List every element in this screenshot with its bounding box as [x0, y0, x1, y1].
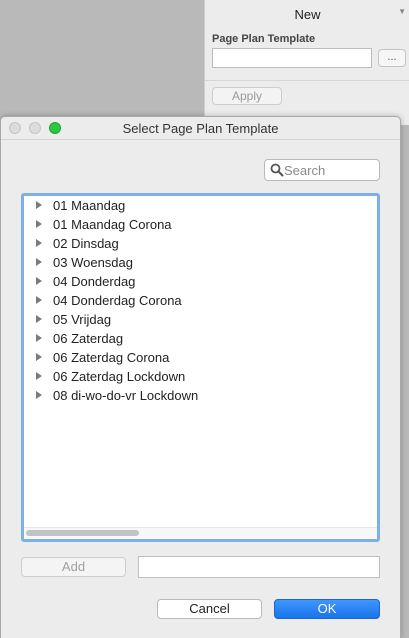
disclosure-triangle-icon[interactable] — [36, 372, 42, 380]
tree-item-label: 06 Zaterdag Corona — [53, 350, 170, 365]
template-tree[interactable]: 01 Maandag 01 Maandag Corona 02 Dinsdag 03 … — [21, 193, 380, 542]
tree-item[interactable]: 05 Vrijdag — [24, 310, 377, 329]
tree-item[interactable]: 06 Zaterdag Corona — [24, 348, 377, 367]
tree-item-label: 03 Woensdag — [53, 255, 133, 270]
browse-button[interactable]: ... — [378, 49, 406, 67]
disclosure-triangle-icon[interactable] — [36, 334, 42, 342]
template-list: 01 Maandag 01 Maandag Corona 02 Dinsdag 03 … — [24, 196, 377, 405]
disclosure-triangle-icon[interactable] — [36, 220, 42, 228]
tree-item-label: 05 Vrijdag — [53, 312, 112, 327]
scrollbar-thumb[interactable] — [26, 530, 139, 536]
tree-item[interactable]: 06 Zaterdag — [24, 329, 377, 348]
disclosure-triangle-icon[interactable] — [36, 201, 42, 209]
dialog-titlebar: Select Page Plan Template — [1, 117, 400, 140]
disclosure-triangle-icon[interactable] — [36, 239, 42, 247]
chevron-down-icon[interactable]: ▼ — [398, 7, 406, 16]
tree-item[interactable]: 06 Zaterdag Lockdown — [24, 367, 377, 386]
tree-item-label: 01 Maandag Corona — [53, 217, 172, 232]
tree-item[interactable]: 03 Woensdag — [24, 253, 377, 272]
horizontal-scrollbar[interactable] — [24, 527, 377, 539]
tree-item[interactable]: 04 Donderdag Corona — [24, 291, 377, 310]
dialog-title: Select Page Plan Template — [122, 121, 279, 136]
tree-item[interactable]: 01 Maandag Corona — [24, 215, 377, 234]
tree-item-label: 04 Donderdag Corona — [53, 293, 182, 308]
tree-item-label: 02 Dinsdag — [53, 236, 119, 251]
page-plan-template-field[interactable] — [212, 48, 372, 68]
tree-item[interactable]: 08 di-wo-do-vr Lockdown — [24, 386, 377, 405]
search-icon — [270, 163, 284, 177]
apply-button[interactable]: Apply — [212, 87, 282, 105]
add-button[interactable]: Add — [21, 557, 126, 577]
ok-button[interactable]: OK — [274, 599, 380, 619]
disclosure-triangle-icon[interactable] — [36, 315, 42, 323]
panel-title: New — [294, 7, 321, 22]
tree-item[interactable]: 01 Maandag — [24, 196, 377, 215]
divider — [205, 80, 409, 81]
tree-item[interactable]: 02 Dinsdag — [24, 234, 377, 253]
tree-item-label: 08 di-wo-do-vr Lockdown — [53, 388, 199, 403]
cancel-button[interactable]: Cancel — [157, 599, 262, 619]
tree-item-label: 01 Maandag — [53, 198, 126, 213]
tree-item-label: 04 Donderdag — [53, 274, 136, 289]
disclosure-triangle-icon[interactable] — [36, 296, 42, 304]
inspector-panel: New ▼ Page Plan Template ... Apply — [204, 0, 409, 125]
disclosure-triangle-icon[interactable] — [36, 277, 42, 285]
select-template-dialog: Select Page Plan Template 01 Maandag01 M… — [0, 116, 401, 638]
add-name-field[interactable] — [138, 556, 380, 578]
search-input[interactable] — [284, 161, 376, 179]
page-plan-template-label: Page Plan Template — [212, 33, 316, 45]
disclosure-triangle-icon[interactable] — [36, 258, 42, 266]
disclosure-triangle-icon[interactable] — [36, 391, 42, 399]
disclosure-triangle-icon[interactable] — [36, 353, 42, 361]
tree-item[interactable]: 04 Donderdag — [24, 272, 377, 291]
tree-item-label: 06 Zaterdag — [53, 331, 124, 346]
tree-item-label: 06 Zaterdag Lockdown — [53, 369, 186, 384]
search-box[interactable] — [264, 159, 380, 181]
